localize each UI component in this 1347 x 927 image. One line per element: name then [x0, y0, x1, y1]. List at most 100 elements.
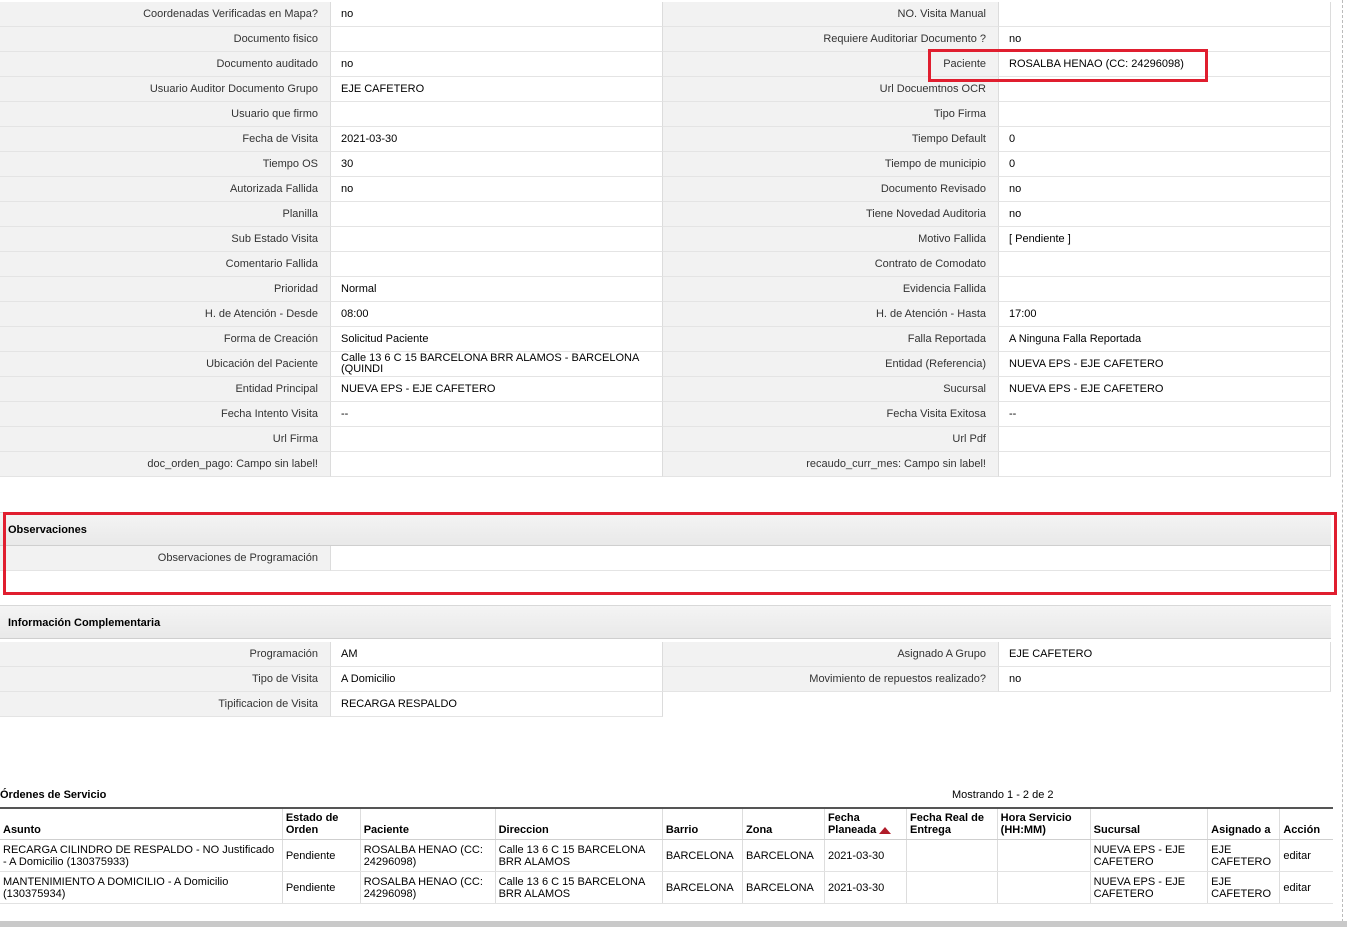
- field-value: 0: [998, 152, 1331, 177]
- field-label: Asignado A Grupo: [663, 642, 998, 667]
- column-header[interactable]: Barrio: [661, 807, 743, 840]
- field-value: --: [330, 402, 663, 427]
- complementaria-row: Tipo de Visita A Domicilio Movimiento de r…: [0, 667, 1331, 692]
- table-cell: BARCELONA: [661, 871, 743, 904]
- field-label: Sucursal: [663, 377, 998, 402]
- column-header[interactable]: Hora Servicio (HH:MM): [996, 807, 1091, 840]
- table-row: MANTENIMIENTO A DOMICILIO - A Domicilio …: [0, 871, 1333, 904]
- field-label: Url Pdf: [663, 427, 998, 452]
- field-label: Autorizada Fallida: [0, 177, 330, 202]
- field-label: Fecha de Visita: [0, 127, 330, 152]
- field-value: [ Pendiente ]: [998, 227, 1331, 252]
- field-label: Tipo Firma: [663, 102, 998, 127]
- column-header[interactable]: Acción: [1279, 807, 1333, 840]
- column-header[interactable]: Sucursal: [1089, 807, 1208, 840]
- field-value: NUEVA EPS - EJE CAFETERO: [998, 352, 1331, 377]
- field-value: 30: [330, 152, 663, 177]
- field-label: Fecha Intento Visita: [0, 402, 330, 427]
- field-value: NUEVA EPS - EJE CAFETERO: [998, 377, 1331, 402]
- column-header[interactable]: Asignado a: [1207, 807, 1280, 840]
- field-value: NUEVA EPS - EJE CAFETERO: [330, 377, 663, 402]
- field-value: 17:00: [998, 302, 1331, 327]
- detail-row: Prioridad Normal Evidencia Fallida: [0, 277, 1331, 302]
- field-label: doc_orden_pago: Campo sin label!: [0, 452, 330, 477]
- field-value: no: [998, 202, 1331, 227]
- table-row: RECARGA CILINDRO DE RESPALDO - NO Justif…: [0, 839, 1333, 872]
- detail-row: Ubicación del Paciente Calle 13 6 C 15 BA…: [0, 352, 1331, 377]
- detail-row: Coordenadas Verificadas en Mapa? no NO. Vi…: [0, 2, 1331, 27]
- field-label: Usuario que firmo: [0, 102, 330, 127]
- field-value: Normal: [330, 277, 663, 302]
- table-cell: [906, 839, 998, 872]
- detail-row: Entidad Principal NUEVA EPS - EJE CAFETER…: [0, 377, 1331, 402]
- detail-row: Fecha Intento Visita -- Fecha Visita Exito…: [0, 402, 1331, 427]
- detail-row: Url Firma Url Pdf: [0, 427, 1331, 452]
- detail-row: Forma de Creación Solicitud Paciente Falla…: [0, 327, 1331, 352]
- table-cell: [906, 871, 998, 904]
- edit-link[interactable]: editar: [1279, 839, 1333, 872]
- table-cell: BARCELONA: [742, 871, 825, 904]
- field-value: Solicitud Paciente: [330, 327, 663, 352]
- column-header[interactable]: Fecha Real de Entrega: [906, 807, 998, 840]
- detail-row: Sub Estado Visita Motivo Fallida[ Pendien…: [0, 227, 1331, 252]
- field-label: Programación: [0, 642, 330, 667]
- field-label: Sub Estado Visita: [0, 227, 330, 252]
- field-value: no: [330, 177, 663, 202]
- field-value: no: [330, 2, 663, 27]
- complementaria-header: Información Complementaria: [0, 605, 1331, 639]
- field-label: Ubicación del Paciente: [0, 352, 330, 377]
- column-header-label: Fecha Planeada: [827, 812, 877, 836]
- field-value: 0: [998, 127, 1331, 152]
- table-cell: RECARGA CILINDRO DE RESPALDO - NO Justif…: [0, 839, 283, 872]
- field-label: Entidad (Referencia): [663, 352, 998, 377]
- field-label: Contrato de Comodato: [663, 252, 998, 277]
- field-label: Documento auditado: [0, 52, 330, 77]
- field-value: [998, 452, 1331, 477]
- field-label: Documento fisico: [0, 27, 330, 52]
- ordenes-title: Órdenes de Servicio: [0, 789, 107, 801]
- table-header-row: Asunto Estado de Orden Paciente Direccion Ba…: [0, 807, 1333, 840]
- field-value: A Domicilio: [330, 667, 663, 692]
- field-label: H. de Atención - Hasta: [663, 302, 998, 327]
- horizontal-scrollbar[interactable]: [0, 921, 1347, 927]
- field-value: 2021-03-30: [330, 127, 663, 152]
- column-header-label: Estado de Orden: [285, 812, 339, 836]
- field-value: [330, 452, 663, 477]
- field-value: --: [998, 402, 1331, 427]
- table-cell: 2021-03-30: [823, 871, 907, 904]
- field-label: Motivo Fallida: [663, 227, 998, 252]
- sort-ascending-icon[interactable]: [879, 826, 892, 834]
- field-value: [998, 252, 1331, 277]
- table-cell: MANTENIMIENTO A DOMICILIO - A Domicilio …: [0, 871, 283, 904]
- pagination-showing: Mostrando 1 - 2 de 2: [952, 789, 1054, 801]
- column-header[interactable]: Direccion: [494, 807, 663, 840]
- field-value: [330, 202, 663, 227]
- table-cell: [996, 871, 1091, 904]
- table-cell: BARCELONA: [742, 839, 825, 872]
- column-header-label: Asignado a: [1211, 824, 1271, 836]
- field-label: Tiempo Default: [663, 127, 998, 152]
- column-header-label: Paciente: [363, 824, 409, 836]
- page-edge-divider: [1342, 0, 1343, 927]
- field-label: Tiempo OS: [0, 152, 330, 177]
- table-cell: [996, 839, 1091, 872]
- column-header[interactable]: Paciente: [359, 807, 496, 840]
- table-cell: Pendiente: [281, 839, 361, 872]
- field-value: EJE CAFETERO: [998, 642, 1331, 667]
- field-label: Documento Revisado: [663, 177, 998, 202]
- column-header[interactable]: Zona: [742, 807, 825, 840]
- table-cell: 2021-03-30: [823, 839, 907, 872]
- detail-row: Comentario Fallida Contrato de Comodato: [0, 252, 1331, 277]
- column-header[interactable]: Estado de Orden: [281, 807, 361, 840]
- field-label: Prioridad: [0, 277, 330, 302]
- field-value: no: [330, 52, 663, 77]
- field-label: Tiempo de municipio: [663, 152, 998, 177]
- table-cell: ROSALBA HENAO (CC: 24296098): [359, 839, 496, 872]
- detail-row: doc_orden_pago: Campo sin label! recaudo_…: [0, 452, 1331, 477]
- edit-link[interactable]: editar: [1279, 871, 1333, 904]
- column-header[interactable]: Fecha Planeada: [823, 807, 907, 840]
- field-value: EJE CAFETERO: [330, 77, 663, 102]
- column-header[interactable]: Asunto: [0, 807, 283, 840]
- field-label: Tipo de Visita: [0, 667, 330, 692]
- field-label: Movimiento de repuestos realizado?: [663, 667, 998, 692]
